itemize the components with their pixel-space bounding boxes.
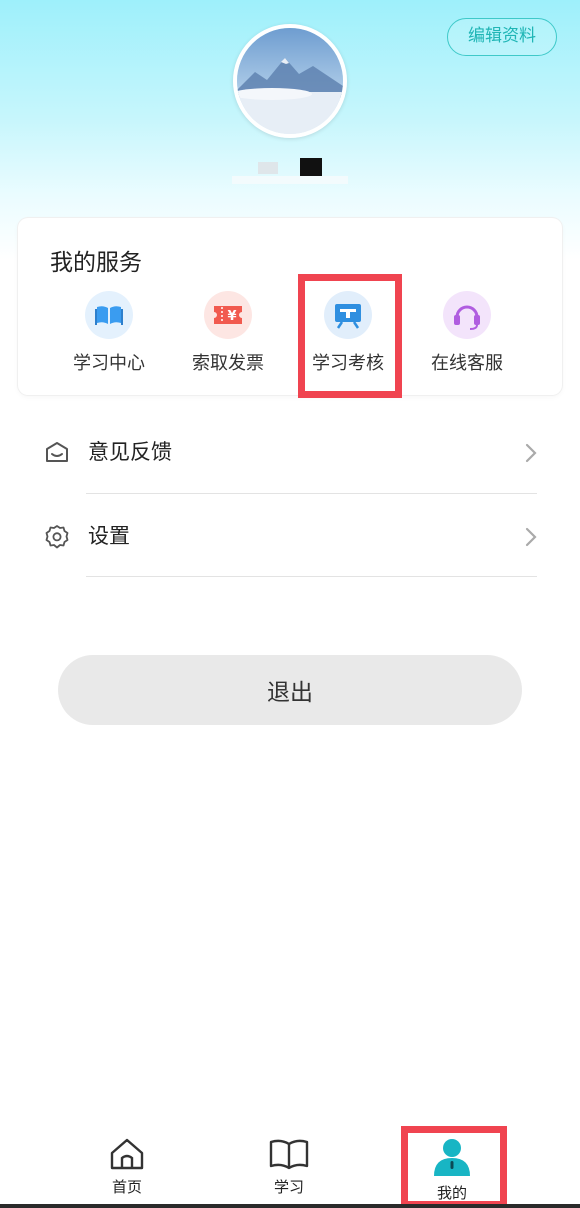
menu-item-settings[interactable]: 设置 (30, 496, 550, 580)
tab-home[interactable]: 首页 (82, 1136, 172, 1202)
logout-button[interactable]: 退出 (58, 655, 522, 725)
bottom-edge (0, 1204, 580, 1208)
feedback-mail-icon (44, 440, 70, 466)
services-title: 我的服务 (50, 250, 142, 276)
menu-label: 意见反馈 (88, 440, 172, 464)
home-icon (82, 1136, 172, 1176)
tab-label: 学习 (273, 1178, 304, 1196)
gear-icon (44, 524, 70, 550)
highlight-box-mine-tab (401, 1126, 507, 1208)
avatar[interactable] (233, 24, 347, 138)
divider (86, 576, 537, 577)
menu-item-feedback[interactable]: 意见反馈 (30, 412, 550, 496)
book-icon (85, 291, 133, 339)
service-label: 在线客服 (431, 353, 503, 374)
service-request-invoice[interactable]: ¥ 索取发票 (178, 291, 278, 381)
username (232, 156, 348, 186)
service-online-support[interactable]: 在线客服 (417, 291, 517, 381)
service-label: 索取发票 (192, 353, 264, 374)
edit-profile-button[interactable]: 编辑资料 (447, 18, 557, 56)
menu-label: 设置 (88, 524, 130, 548)
headset-icon (443, 291, 491, 339)
chevron-right-icon (524, 442, 538, 464)
open-book-icon (244, 1136, 334, 1176)
service-learning-center[interactable]: 学习中心 (59, 291, 159, 381)
tab-label: 首页 (111, 1178, 142, 1196)
divider (86, 493, 537, 494)
tab-learning[interactable]: 学习 (244, 1136, 334, 1202)
highlight-box-assessment (298, 274, 402, 398)
redacted-name (232, 158, 348, 184)
chevron-right-icon (524, 526, 538, 548)
svg-text:¥: ¥ (227, 309, 236, 324)
invoice-ticket-icon: ¥ (204, 291, 252, 339)
service-label: 学习中心 (73, 353, 145, 374)
